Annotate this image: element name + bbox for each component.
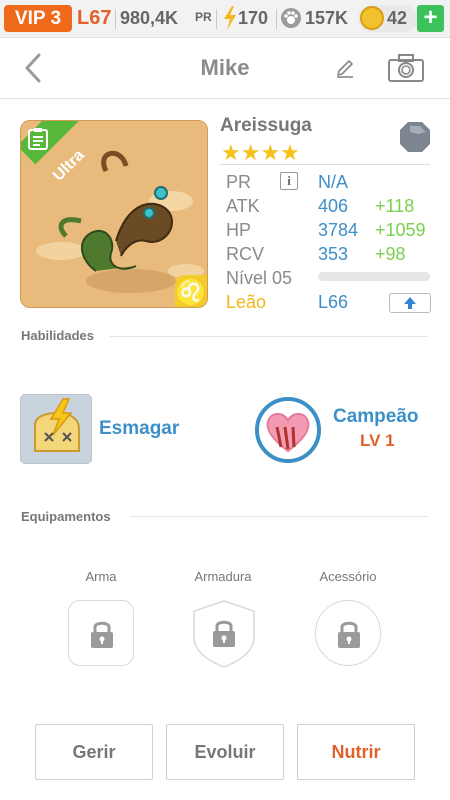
paw-icon bbox=[281, 8, 301, 28]
divider bbox=[115, 9, 116, 29]
player-level: L67 bbox=[77, 7, 112, 29]
nav-bar: Mike bbox=[0, 39, 450, 99]
info-icon[interactable]: i bbox=[280, 172, 298, 190]
rcv-label: RCV bbox=[226, 244, 265, 264]
skill-esmagar-name[interactable]: Esmagar bbox=[99, 418, 179, 440]
monster-card[interactable]: Ultra ♌ bbox=[20, 120, 208, 308]
divider bbox=[110, 336, 428, 337]
accessory-slot[interactable] bbox=[315, 600, 381, 666]
skills-section-title: Habilidades bbox=[21, 328, 94, 343]
divider bbox=[276, 9, 277, 29]
paw-points-value: 157K bbox=[305, 8, 349, 28]
skill-campeao-name[interactable]: Campeão bbox=[333, 406, 419, 428]
arrow-up-icon bbox=[404, 297, 416, 309]
page-title: Mike bbox=[200, 55, 250, 80]
pr-value: N/A bbox=[318, 172, 349, 192]
hp-bonus: +1059 bbox=[375, 220, 426, 240]
level-label: Nível 05 bbox=[226, 268, 293, 288]
sign-label: Leão bbox=[226, 292, 267, 312]
lock-icon bbox=[338, 621, 360, 648]
divider bbox=[220, 164, 430, 165]
equip-armor-label: Armadura bbox=[194, 569, 252, 584]
power-value: 980,4K bbox=[120, 8, 179, 28]
armor-slot[interactable] bbox=[190, 599, 258, 669]
skill-campeao-icon[interactable] bbox=[255, 397, 321, 463]
atk-label: ATK bbox=[226, 196, 260, 216]
status-bar: VIP 3 L67 980,4K PR 170 157K 42 + bbox=[0, 0, 450, 38]
notes-icon[interactable] bbox=[27, 127, 49, 151]
add-coins-button[interactable]: + bbox=[417, 5, 444, 32]
evolve-button[interactable]: Evoluir bbox=[166, 724, 284, 780]
camera-icon[interactable] bbox=[387, 53, 425, 83]
lock-icon bbox=[91, 621, 113, 648]
rcv-bonus: +98 bbox=[375, 244, 406, 264]
lightning-icon bbox=[224, 6, 236, 30]
equip-weapon-label: Arma bbox=[85, 569, 117, 584]
divider bbox=[216, 9, 217, 29]
star-rating: ★★★★ bbox=[221, 140, 300, 165]
hp-value: 3784 bbox=[318, 220, 359, 240]
weapon-slot[interactable] bbox=[68, 600, 134, 666]
hp-label: HP bbox=[226, 220, 252, 240]
coins-value: 42 bbox=[387, 8, 408, 28]
energy-value: 170 bbox=[238, 8, 269, 28]
atk-bonus: +118 bbox=[375, 196, 415, 216]
level-progress-bar bbox=[318, 272, 430, 281]
equip-accessory-label: Acessório bbox=[319, 569, 377, 584]
sign-upgrade-button[interactable] bbox=[389, 293, 431, 313]
rcv-value: 353 bbox=[318, 244, 349, 264]
skill-campeao-level: LV 1 bbox=[360, 431, 395, 450]
zodiac-leo-icon: ♌ bbox=[175, 275, 208, 307]
element-stone-icon bbox=[400, 122, 430, 152]
power-unit: PR bbox=[195, 10, 212, 24]
pr-label: PR bbox=[226, 172, 252, 192]
atk-value: 406 bbox=[318, 196, 349, 216]
skill-esmagar-icon[interactable] bbox=[20, 394, 92, 464]
monster-name: Areissuga bbox=[220, 115, 312, 136]
coin-icon bbox=[360, 6, 384, 30]
manage-button[interactable]: Gerir bbox=[35, 724, 153, 780]
equipment-section-title: Equipamentos bbox=[21, 509, 111, 524]
edit-pencil-icon[interactable] bbox=[334, 57, 356, 79]
divider bbox=[130, 516, 428, 517]
feed-button[interactable]: Nutrir bbox=[297, 724, 415, 780]
vip-badge[interactable]: VIP 3 bbox=[4, 5, 72, 32]
sign-level: L66 bbox=[318, 292, 349, 312]
